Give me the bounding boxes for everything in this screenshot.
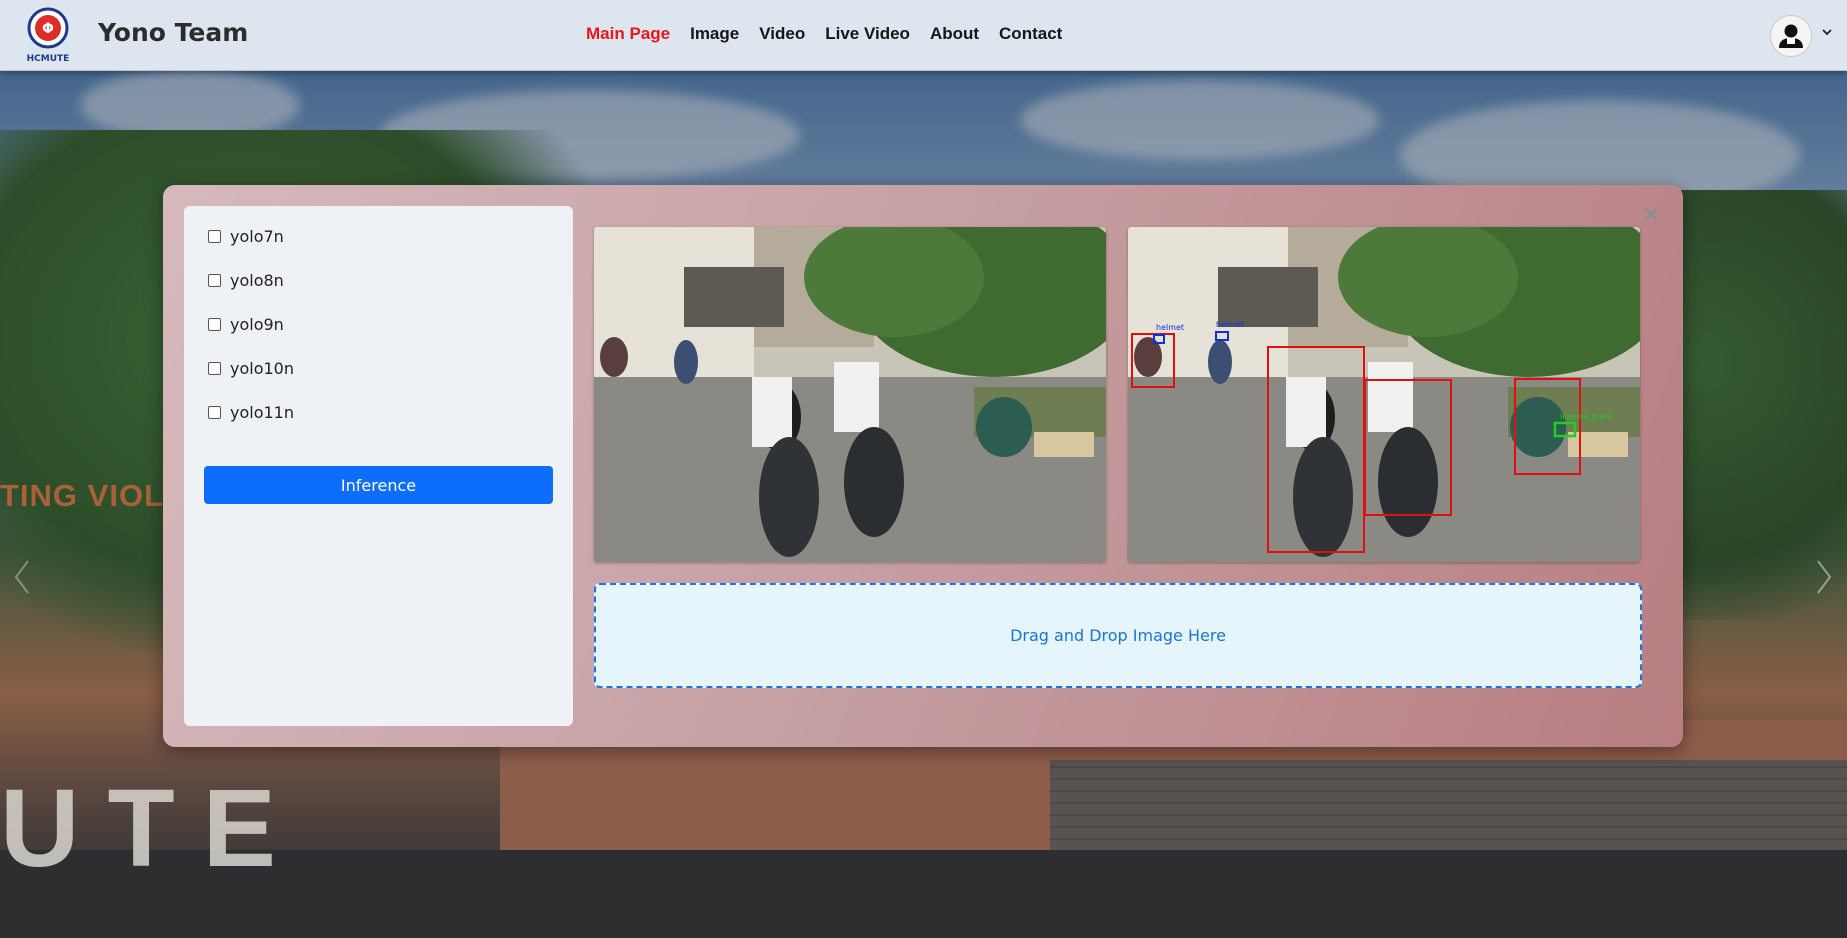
model-checkbox[interactable] (208, 362, 221, 375)
svg-text:HCMUTE: HCMUTE (27, 54, 70, 64)
model-checkbox[interactable] (208, 406, 221, 419)
model-option-label: yolo11n (230, 403, 294, 422)
nav-live-video[interactable]: Live Video (825, 24, 910, 44)
model-option-yolo8n[interactable]: yolo8n (208, 271, 284, 290)
hcmute-logo[interactable]: Φ HCMUTE (24, 6, 72, 64)
chevron-down-icon[interactable] (1821, 26, 1833, 38)
nav-contact[interactable]: Contact (999, 24, 1062, 44)
close-icon[interactable] (1642, 205, 1660, 223)
model-option-yolo9n[interactable]: yolo9n (208, 315, 284, 334)
user-avatar[interactable] (1770, 15, 1812, 57)
carousel-next-icon[interactable] (1814, 557, 1834, 597)
detection-label: helmet (1156, 323, 1184, 332)
main-nav: Main Page Image Video Live Video About C… (586, 24, 1062, 44)
model-checkbox[interactable] (208, 274, 221, 287)
original-image (594, 227, 1106, 562)
detection-label: helmet (1216, 320, 1244, 329)
model-option-yolo7n[interactable]: yolo7n (208, 227, 284, 246)
nav-main-page[interactable]: Main Page (586, 24, 670, 44)
detection-label: license_plate (1560, 412, 1612, 421)
model-option-label: yolo9n (230, 315, 284, 334)
model-option-yolo10n[interactable]: yolo10n (208, 359, 294, 378)
svg-text:Φ: Φ (42, 21, 54, 37)
hero-slogan-text: TING VIOLA (0, 478, 188, 513)
user-icon (1779, 24, 1803, 48)
result-image: helmet helmet license_plate (1128, 227, 1640, 562)
model-checkbox[interactable] (208, 230, 221, 243)
dropzone-label: Drag and Drop Image Here (1010, 626, 1226, 645)
model-checkbox[interactable] (208, 318, 221, 331)
model-option-yolo11n[interactable]: yolo11n (208, 403, 294, 422)
image-dropzone[interactable]: Drag and Drop Image Here (594, 583, 1642, 688)
model-selection-panel: yolo7n yolo8n yolo9n yolo10n yolo11n Inf… (184, 206, 573, 726)
carousel-prev-icon[interactable] (12, 557, 32, 597)
inference-button[interactable]: Inference (204, 466, 553, 504)
top-navbar: Φ HCMUTE Yono Team Main Page Image Video… (0, 0, 1847, 71)
nav-image[interactable]: Image (690, 24, 739, 44)
nav-about[interactable]: About (930, 24, 979, 44)
nav-video[interactable]: Video (759, 24, 805, 44)
model-option-label: yolo10n (230, 359, 294, 378)
campus-sign-letters: UTE (0, 767, 304, 890)
brand-title[interactable]: Yono Team (98, 18, 248, 47)
inference-modal: yolo7n yolo8n yolo9n yolo10n yolo11n Inf… (163, 185, 1683, 747)
model-option-label: yolo7n (230, 227, 284, 246)
model-option-label: yolo8n (230, 271, 284, 290)
